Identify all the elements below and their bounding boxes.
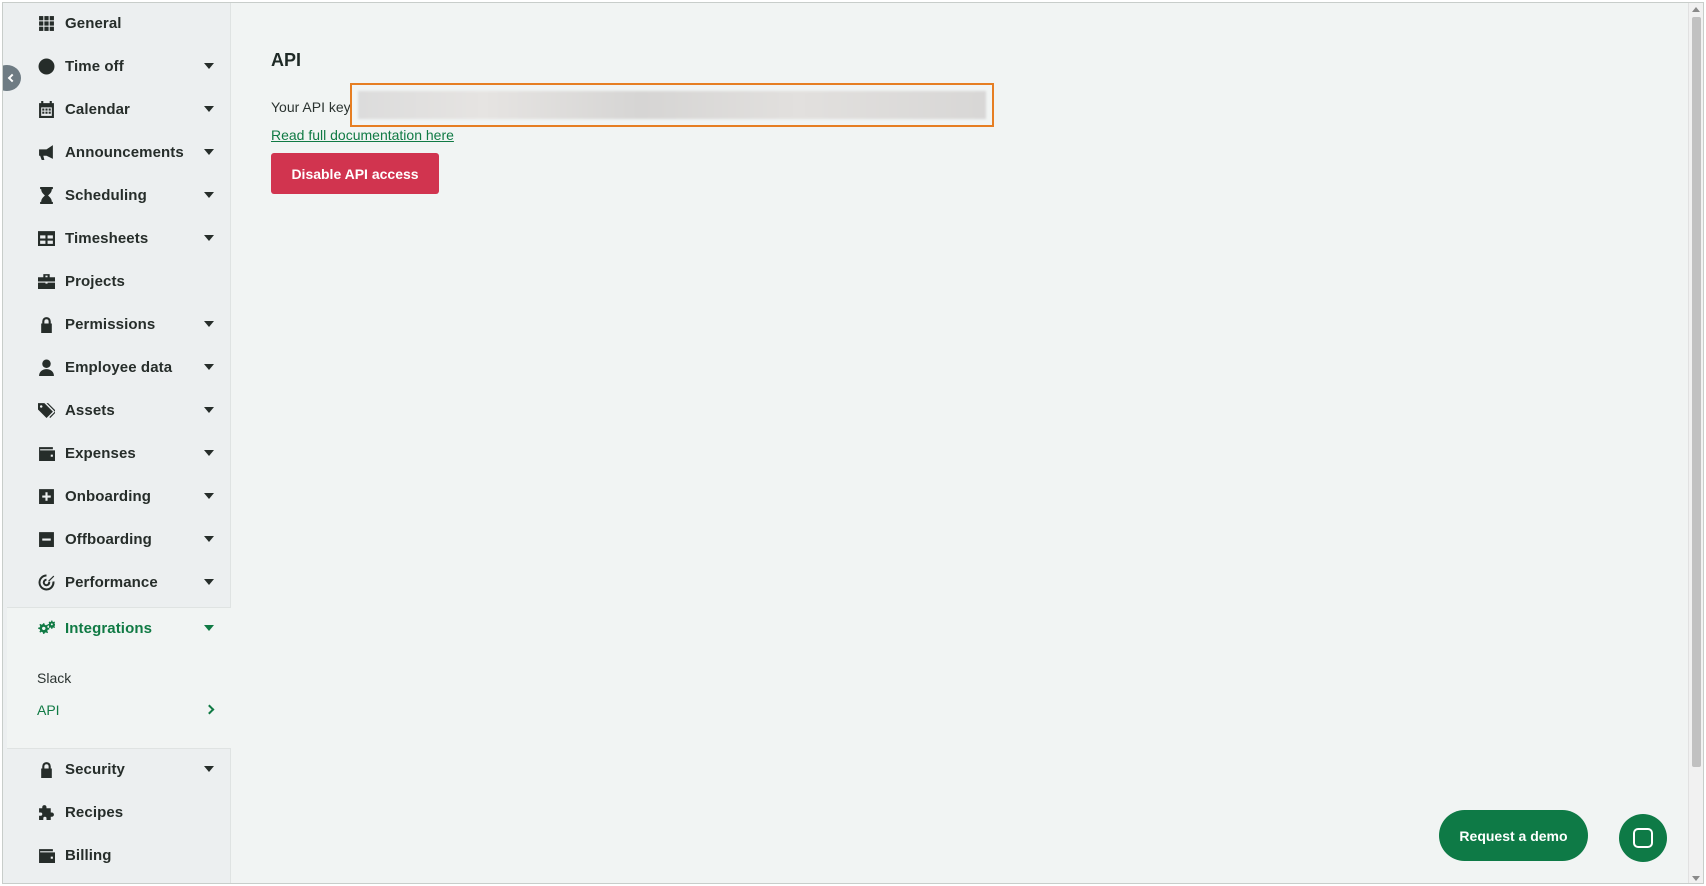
sidebar-item-offboarding[interactable]: Offboarding [3, 521, 230, 557]
tags-icon [37, 401, 55, 419]
minus-square-icon [37, 530, 55, 548]
scroll-up-icon[interactable] [1692, 7, 1700, 12]
sidebar-item-employee-data[interactable]: Employee data [3, 349, 230, 385]
documentation-link[interactable]: Read full documentation here [271, 127, 454, 143]
caret-down-icon [204, 364, 214, 370]
sidebar-item-label: Offboarding [65, 530, 152, 548]
request-demo-button[interactable]: Request a demo [1439, 810, 1588, 861]
sidebar-item-recipes[interactable]: Recipes [3, 794, 230, 830]
caret-down-icon [204, 766, 214, 772]
caret-down-icon [204, 493, 214, 499]
caret-down-icon [204, 149, 214, 155]
sidebar-item-expenses[interactable]: Expenses [3, 435, 230, 471]
target-icon [37, 573, 55, 591]
wallet-icon [37, 444, 55, 462]
sidebar-item-label: Expenses [65, 444, 136, 462]
user-icon [37, 358, 55, 376]
briefcase-icon [37, 272, 55, 290]
sidebar-item-label: Integrations [65, 619, 153, 637]
caret-down-icon [204, 450, 214, 456]
grid-icon [37, 14, 55, 32]
calendar-icon [37, 100, 55, 118]
api-key-highlight [350, 83, 994, 127]
chat-icon [1633, 828, 1653, 848]
sidebar-item-label: Timesheets [65, 229, 149, 247]
caret-down-icon [204, 63, 214, 69]
sidebar-item-security[interactable]: Security [3, 751, 230, 787]
sidebar-item-projects[interactable]: Projects [3, 263, 230, 299]
sidebar-item-label: Performance [65, 573, 158, 591]
chevron-right-icon [204, 704, 215, 715]
sidebar-item-label: Recipes [65, 803, 124, 821]
table-icon [37, 229, 55, 247]
sidebar-item-label: Employee data [65, 358, 173, 376]
hourglass-icon [37, 186, 55, 204]
settings-sidebar: General Time off Calendar Announcements … [3, 3, 231, 883]
sidebar-item-time-off[interactable]: Time off [3, 48, 230, 84]
lock-icon [37, 760, 55, 778]
puzzle-icon [37, 803, 55, 821]
sidebar-item-label: Security [65, 760, 125, 778]
caret-down-icon [204, 536, 214, 542]
caret-down-icon [204, 106, 214, 112]
sidebar-item-label: General [65, 14, 122, 32]
main-content: API Your API key: Read full documentatio… [232, 3, 1703, 883]
wallet-icon [37, 846, 55, 864]
sidebar-item-billing[interactable]: Billing [3, 837, 230, 873]
scrollbar-thumb[interactable] [1692, 17, 1701, 767]
caret-down-icon [204, 579, 214, 585]
sidebar-item-onboarding[interactable]: Onboarding [3, 478, 230, 514]
sidebar-item-assets[interactable]: Assets [3, 392, 230, 428]
disable-api-button[interactable]: Disable API access [271, 153, 439, 194]
sidebar-item-general[interactable]: General [3, 5, 230, 41]
api-key-value[interactable] [358, 91, 986, 119]
lock-icon [37, 315, 55, 333]
sidebar-item-label: Permissions [65, 315, 156, 333]
sidebar-item-announcements[interactable]: Announcements [3, 134, 230, 170]
chat-launcher-button[interactable] [1619, 814, 1667, 862]
api-key-label: Your API key: [271, 99, 355, 115]
sidebar-item-label: Billing [65, 846, 112, 864]
sidebar-subitem-slack[interactable]: Slack [37, 670, 71, 686]
app-window: General Time off Calendar Announcements … [2, 2, 1704, 884]
sidebar-subitem-api[interactable]: API [37, 702, 60, 718]
sidebar-item-label: Onboarding [65, 487, 151, 505]
cogs-icon [37, 619, 55, 637]
page-scrollbar[interactable] [1688, 3, 1703, 883]
integrations-group: Integrations Slack API [7, 607, 231, 749]
caret-down-icon [204, 192, 214, 198]
caret-down-icon [204, 407, 214, 413]
sidebar-item-label: Time off [65, 57, 124, 75]
sidebar-item-label: Announcements [65, 143, 184, 161]
megaphone-icon [37, 143, 55, 161]
clock-icon [37, 57, 55, 75]
sidebar-item-integrations[interactable]: Integrations [3, 610, 230, 646]
scroll-down-icon[interactable] [1692, 876, 1700, 881]
sidebar-item-label: Calendar [65, 100, 130, 118]
page-title: API [271, 50, 302, 70]
sidebar-item-label: Assets [65, 401, 115, 419]
sidebar-item-label: Projects [65, 272, 125, 290]
caret-down-icon [204, 235, 214, 241]
sidebar-item-performance[interactable]: Performance [3, 564, 230, 600]
sidebar-item-label: Scheduling [65, 186, 147, 204]
sidebar-item-timesheets[interactable]: Timesheets [3, 220, 230, 256]
caret-down-icon [204, 321, 214, 327]
plus-square-icon [37, 487, 55, 505]
sidebar-item-permissions[interactable]: Permissions [3, 306, 230, 342]
sidebar-item-scheduling[interactable]: Scheduling [3, 177, 230, 213]
sidebar-item-calendar[interactable]: Calendar [3, 91, 230, 127]
caret-down-icon [204, 625, 214, 631]
